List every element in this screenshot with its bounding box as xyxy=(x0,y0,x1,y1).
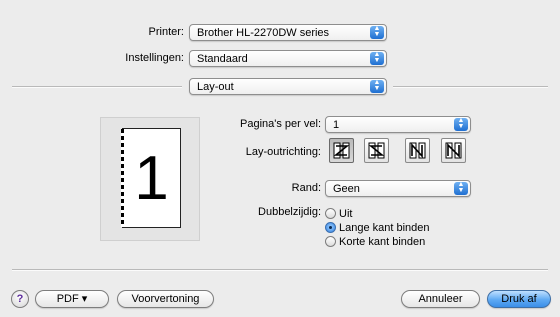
updown-arrow-icon: ▲ ▼ xyxy=(454,117,468,131)
layout-preview: 1 xyxy=(100,117,200,241)
layout-s-icon xyxy=(368,142,385,159)
pdf-button[interactable]: PDF ▾ xyxy=(35,290,109,308)
printer-label: Printer: xyxy=(148,26,184,38)
border-value: Geen xyxy=(333,183,360,195)
updown-arrow-icon: ▲ ▼ xyxy=(370,25,384,39)
updown-arrow-icon: ▲ ▼ xyxy=(370,51,384,65)
print-button[interactable]: Druk af xyxy=(487,290,551,308)
updown-arrow-icon: ▲ ▼ xyxy=(454,181,468,195)
settings-value: Standaard xyxy=(197,53,248,65)
duplex-option-long-edge[interactable]: Lange kant binden xyxy=(325,221,430,235)
separator-left xyxy=(12,86,182,88)
settings-label: Instellingen: xyxy=(125,52,184,64)
pages-per-sheet-value: 1 xyxy=(333,119,340,131)
layout-z-icon xyxy=(333,142,350,159)
layout-n-reversed-icon xyxy=(409,142,426,159)
radio-button-selected[interactable] xyxy=(325,222,336,233)
border-popup[interactable]: Geen ▲ ▼ xyxy=(325,180,471,197)
layout-direction-n-reversed-button[interactable] xyxy=(405,138,430,163)
settings-popup[interactable]: Standaard ▲ ▼ xyxy=(189,50,387,67)
duplex-option-off-label: Uit xyxy=(339,208,353,220)
cancel-button[interactable]: Annuleer xyxy=(401,290,480,308)
layout-direction-z-button[interactable] xyxy=(329,138,354,163)
radio-button[interactable] xyxy=(325,208,336,219)
bottom-separator xyxy=(12,269,548,271)
pages-per-sheet-label: Pagina's per vel: xyxy=(240,118,321,130)
panel-popup[interactable]: Lay-out ▲ ▼ xyxy=(189,78,387,95)
layout-n-icon xyxy=(445,142,462,159)
layout-direction-label: Lay-outrichting: xyxy=(245,146,321,158)
layout-direction-n-button[interactable] xyxy=(441,138,466,163)
radio-button[interactable] xyxy=(325,236,336,247)
help-icon[interactable]: ? xyxy=(11,290,29,308)
preview-page-number: 1 xyxy=(134,144,169,213)
duplex-option-long-edge-label: Lange kant binden xyxy=(339,222,430,234)
preview-button[interactable]: Voorvertoning xyxy=(117,290,214,308)
duplex-option-short-edge-label: Korte kant binden xyxy=(339,236,426,248)
updown-arrow-icon: ▲ ▼ xyxy=(370,79,384,93)
duplex-label: Dubbelzijdig: xyxy=(258,206,321,218)
panel-value: Lay-out xyxy=(197,81,234,93)
border-label: Rand: xyxy=(291,182,321,194)
printer-popup[interactable]: Brother HL-2270DW series ▲ ▼ xyxy=(189,24,387,41)
printer-value: Brother HL-2270DW series xyxy=(197,27,330,39)
pages-per-sheet-popup[interactable]: 1 ▲ ▼ xyxy=(325,116,471,133)
separator-right xyxy=(393,86,548,88)
duplex-option-short-edge[interactable]: Korte kant binden xyxy=(325,235,425,249)
preview-page: 1 xyxy=(121,128,181,228)
layout-direction-s-button[interactable] xyxy=(364,138,389,163)
duplex-option-off[interactable]: Uit xyxy=(325,207,352,221)
